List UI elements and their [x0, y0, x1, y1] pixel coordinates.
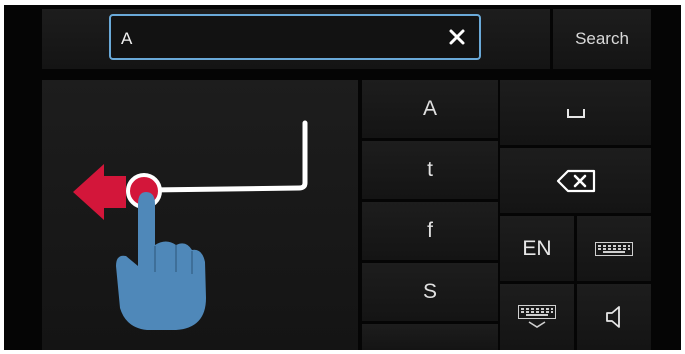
- suggestion-key-label: f: [427, 219, 433, 242]
- language-key[interactable]: EN: [500, 216, 574, 281]
- suggestion-key[interactable]: A: [362, 80, 498, 138]
- search-input[interactable]: A: [109, 14, 481, 60]
- search-input-text: A: [121, 29, 133, 48]
- suggestion-key[interactable]: f: [362, 202, 498, 260]
- backspace-key[interactable]: [500, 148, 651, 213]
- sound-key[interactable]: [577, 284, 651, 350]
- hide-keyboard-key[interactable]: [500, 284, 574, 350]
- search-button[interactable]: Search: [553, 9, 651, 69]
- clear-icon[interactable]: [447, 27, 467, 47]
- suggestion-key[interactable]: t: [362, 141, 498, 199]
- space-icon: [566, 108, 585, 118]
- suggestion-key[interactable]: S: [362, 263, 498, 321]
- suggestion-list-footer: [362, 324, 498, 350]
- backspace-icon: [556, 169, 595, 192]
- hide-keyboard-icon: [518, 305, 556, 328]
- keyboard-key[interactable]: [577, 216, 651, 281]
- search-button-label: Search: [575, 29, 629, 48]
- suggestion-key-label: t: [427, 158, 433, 181]
- handwriting-area[interactable]: [42, 80, 358, 350]
- language-key-label: EN: [522, 236, 552, 260]
- space-key[interactable]: [500, 80, 651, 145]
- suggestion-key-label: S: [422, 280, 437, 303]
- handwriting-gesture-illustration: [73, 120, 308, 330]
- suggestion-key-label: A: [422, 97, 437, 120]
- screen: A Search A t f S EN: [4, 5, 681, 350]
- speaker-icon: [606, 306, 620, 328]
- finger-pointer-icon: [116, 192, 206, 330]
- keyboard-icon: [595, 241, 633, 256]
